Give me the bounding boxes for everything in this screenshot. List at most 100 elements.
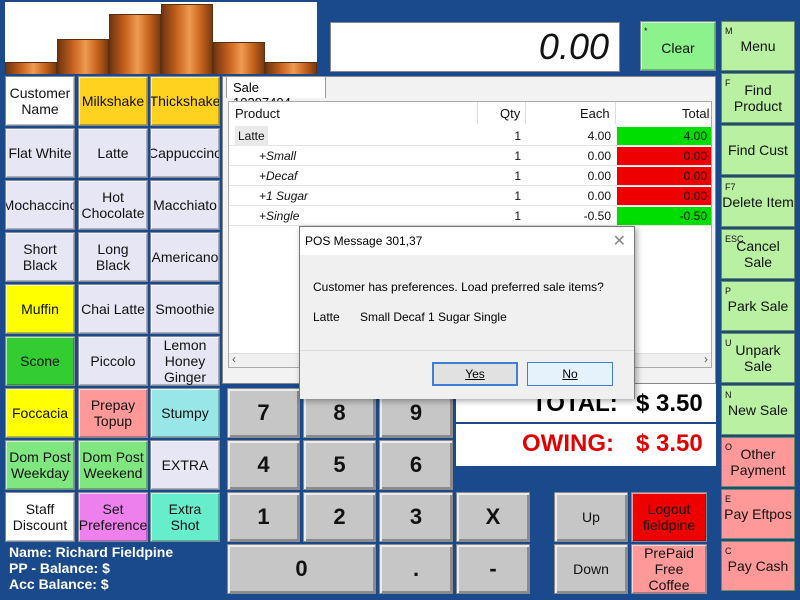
clear-label: Clear [661, 40, 695, 56]
key-0[interactable]: 0 [227, 544, 376, 594]
clear-button[interactable]: * Clear [640, 21, 716, 71]
product-key[interactable]: Piccolo [78, 336, 148, 386]
function-key-label: Menu [740, 38, 776, 54]
no-button[interactable]: No [527, 362, 613, 386]
product-key[interactable]: Extra Shot [150, 492, 220, 542]
key-minus[interactable]: - [456, 544, 530, 594]
pp-balance: PP - Balance: $ [9, 560, 110, 576]
product-key[interactable]: Staff Discount [5, 492, 75, 542]
chart-bar [161, 4, 213, 74]
product-key[interactable]: Smoothie [150, 284, 220, 334]
function-key-label: Delete Item [722, 194, 794, 210]
product-key[interactable]: Dom Post Weekday [5, 440, 75, 490]
product-key[interactable]: Latte [78, 128, 148, 178]
product-key[interactable]: Chai Latte [78, 284, 148, 334]
function-key[interactable]: U Unpark Sale [721, 333, 795, 383]
sale-each: 4.00 [587, 129, 611, 143]
function-key-label: Unpark Sale [735, 342, 781, 374]
function-key-label: Pay Eftpos [724, 506, 792, 522]
function-key[interactable]: P Park Sale [721, 281, 795, 331]
hotkey-label: N [725, 390, 732, 400]
product-key[interactable]: EXTRA [150, 440, 220, 490]
product-key[interactable]: Scone [5, 336, 75, 386]
sale-each: 0.00 [587, 189, 611, 203]
product-key[interactable]: Flat White [5, 128, 75, 178]
yes-button[interactable]: Yes [432, 362, 518, 386]
sale-product: +Single [259, 209, 300, 223]
product-key[interactable]: Cappuccino [150, 128, 220, 178]
sale-qty: 1 [514, 169, 521, 183]
function-key[interactable]: C Pay Cash [721, 541, 795, 591]
total-value: $ 3.50 [636, 390, 703, 417]
product-key[interactable]: Dom Post Weekend [78, 440, 148, 490]
hotkey-label: F7 [725, 182, 736, 192]
function-key-label: Find Product [733, 82, 783, 114]
chart-bar [57, 39, 109, 74]
sale-tab[interactable]: Sale 10297404 [226, 76, 326, 110]
sale-each: 0.00 [587, 169, 611, 183]
chart-bar [265, 62, 317, 74]
sale-row[interactable]: +Single 1 -0.50 -0.50 [229, 206, 711, 226]
function-key[interactable]: E Pay Eftpos [721, 489, 795, 539]
key-2[interactable]: 2 [303, 492, 376, 542]
product-key[interactable]: Long Black [78, 232, 148, 282]
product-key[interactable]: Set Preference [78, 492, 148, 542]
product-key[interactable]: Hot Chocolate [78, 180, 148, 230]
function-key[interactable]: F7 Delete Item [721, 177, 795, 227]
key-4[interactable]: 4 [227, 440, 300, 490]
sale-row[interactable]: Latte 1 4.00 4.00 [229, 126, 711, 146]
owing-value: $ 3.50 [636, 430, 703, 457]
up-button[interactable]: Up [554, 492, 628, 542]
logout-button[interactable]: Logout fieldpine [631, 492, 707, 542]
product-key[interactable]: Lemon Honey Ginger [150, 336, 220, 386]
sale-product: +Decaf [259, 169, 298, 183]
product-key[interactable]: Muffin [5, 284, 75, 334]
key-6[interactable]: 6 [379, 440, 453, 490]
function-key[interactable]: N New Sale [721, 385, 795, 435]
scroll-left-icon[interactable]: ‹ [232, 352, 236, 366]
sale-row[interactable]: +1 Sugar 1 0.00 0.00 [229, 186, 711, 206]
dialog-item-name: Latte [313, 310, 340, 324]
key-3[interactable]: 3 [379, 492, 453, 542]
key-x[interactable]: X [456, 492, 530, 542]
sale-row[interactable]: +Small 1 0.00 0.00 [229, 146, 711, 166]
sale-qty: 1 [514, 209, 521, 223]
sale-each: -0.50 [583, 209, 611, 223]
sale-product: +Small [259, 149, 297, 163]
product-key[interactable]: Short Black [5, 232, 75, 282]
product-key[interactable]: Mochaccino [5, 180, 75, 230]
scroll-right-icon[interactable]: › [704, 352, 708, 366]
col-qty: Qty [500, 106, 521, 121]
product-key[interactable]: Customer Name [5, 76, 75, 126]
key-decimal[interactable]: . [379, 544, 453, 594]
key-5[interactable]: 5 [303, 440, 376, 490]
function-key-label: Find Cust [728, 142, 788, 158]
key-1[interactable]: 1 [227, 492, 300, 542]
customer-status: Name: Richard Fieldpine PP - Balance: $ … [9, 544, 219, 592]
product-key[interactable]: Thickshake [150, 76, 220, 126]
prepaid-free-coffee-button[interactable]: PrePaid Free Coffee [631, 544, 707, 594]
sale-total: -0.50 [617, 207, 711, 225]
function-key[interactable]: M Menu [721, 21, 795, 71]
sale-row[interactable]: +Decaf 1 0.00 0.00 [229, 166, 711, 186]
product-key[interactable]: Milkshake [78, 76, 148, 126]
owing-label: OWING: [522, 430, 614, 457]
col-total: Total [682, 106, 710, 121]
product-key[interactable]: Macchiato [150, 180, 220, 230]
sale-total: 4.00 [617, 127, 711, 145]
down-button[interactable]: Down [554, 544, 628, 594]
hotkey-label: P [725, 286, 732, 296]
hotkey-label: C [725, 546, 732, 556]
function-key[interactable]: O Other Payment [721, 437, 795, 487]
function-key-label: Other Payment [730, 446, 786, 478]
product-key[interactable]: Foccacia [5, 388, 75, 438]
sale-qty: 1 [514, 149, 521, 163]
function-key[interactable]: F Find Product [721, 73, 795, 123]
product-key[interactable]: Americano [150, 232, 220, 282]
function-key[interactable]: ESC Cancel Sale [721, 229, 795, 279]
product-key[interactable]: Prepay Topup [78, 388, 148, 438]
close-icon[interactable]: ✕ [613, 231, 626, 251]
product-key[interactable]: Stumpy [150, 388, 220, 438]
function-key[interactable]: Find Cust [721, 125, 795, 175]
key-7[interactable]: 7 [227, 388, 300, 438]
